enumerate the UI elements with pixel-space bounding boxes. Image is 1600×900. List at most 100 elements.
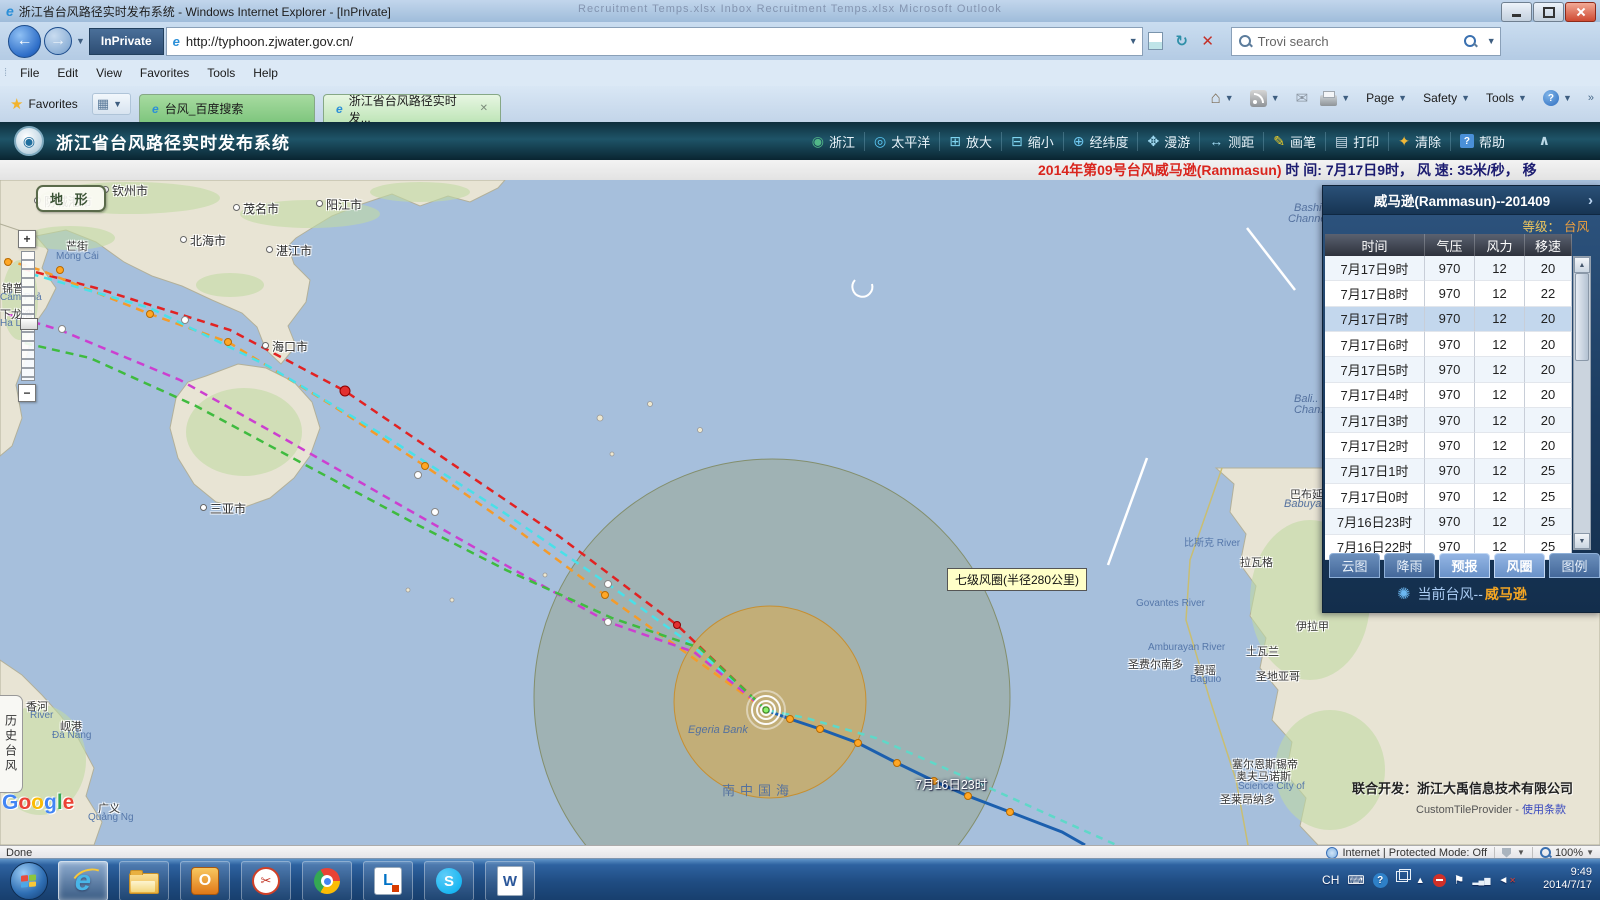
- url-field[interactable]: e http://typhoon.zjwater.gov.cn/ ▼: [166, 27, 1143, 56]
- url-text[interactable]: http://typhoon.zjwater.gov.cn/: [186, 34, 353, 49]
- taskbar-clock[interactable]: 9:49 2014/7/17: [1543, 866, 1592, 892]
- browser-tab-1[interactable]: e 台风_百度搜索: [139, 94, 315, 122]
- taskbar-app-snipping[interactable]: ✂: [241, 861, 291, 900]
- command-tools-button[interactable]: Tools▼: [1486, 91, 1531, 105]
- read-mail-button[interactable]: ✉: [1296, 89, 1309, 107]
- header-tool-measure[interactable]: ↔测距: [1199, 132, 1263, 151]
- volume-muted-icon[interactable]: ◄✕: [1498, 875, 1516, 886]
- history-typhoon-tab[interactable]: 历史台风: [0, 695, 23, 793]
- header-tool-pen[interactable]: ✎画笔: [1263, 132, 1325, 151]
- table-row[interactable]: 7月17日9时9701220: [1325, 256, 1572, 281]
- start-button[interactable]: [10, 862, 48, 900]
- taskbar-app-explorer[interactable]: [119, 861, 169, 900]
- search-box[interactable]: Trovi search ▼: [1231, 27, 1501, 56]
- table-row[interactable]: 7月17日0时9701225: [1325, 484, 1572, 509]
- header-tool-clear[interactable]: ✦清除: [1388, 132, 1450, 151]
- zoom-dropdown-icon[interactable]: ▼: [1586, 848, 1594, 857]
- help-button[interactable]: ?▼: [1543, 90, 1576, 106]
- header-tool-help[interactable]: ?帮助: [1450, 132, 1514, 151]
- menu-item-view[interactable]: View: [87, 62, 131, 84]
- taskbar-app-word[interactable]: W: [485, 861, 535, 900]
- map-zoom-slider-handle[interactable]: [20, 318, 38, 330]
- header-tool-zoomin[interactable]: ⊞放大: [939, 132, 1001, 151]
- table-row[interactable]: 7月17日4时9701220: [1325, 383, 1572, 408]
- taskbar-app-chrome[interactable]: [302, 861, 352, 900]
- tray-window-icon[interactable]: [1396, 871, 1408, 882]
- header-tool-print[interactable]: ▤打印: [1325, 132, 1388, 151]
- current-typhoon-name[interactable]: 威马逊: [1485, 584, 1527, 604]
- taskbar-app-lync[interactable]: L: [363, 861, 413, 900]
- network-icon[interactable]: ▂▄▆: [1472, 876, 1490, 885]
- table-row[interactable]: 7月17日6时9701220: [1325, 332, 1572, 357]
- panel-tab-风圈[interactable]: 风圈: [1494, 553, 1545, 578]
- maximize-button[interactable]: [1533, 2, 1564, 22]
- map-zoom-out-button[interactable]: −: [18, 384, 36, 402]
- menu-item-help[interactable]: Help: [244, 62, 287, 84]
- command-safety-button[interactable]: Safety▼: [1423, 91, 1474, 105]
- panel-tab-图例[interactable]: 图例: [1549, 553, 1600, 578]
- table-row[interactable]: 7月17日3时9701220: [1325, 408, 1572, 433]
- menu-item-file[interactable]: File: [11, 62, 48, 84]
- scrollbar-thumb[interactable]: [1575, 273, 1589, 361]
- header-tool-latlon[interactable]: ⊕经纬度: [1063, 132, 1138, 151]
- security-dropdown-icon[interactable]: ▼: [1517, 848, 1525, 857]
- header-tool-pan[interactable]: ✥漫游: [1137, 132, 1199, 151]
- refresh-button[interactable]: ↻: [1169, 28, 1195, 55]
- search-dropdown-icon[interactable]: ▼: [1487, 36, 1496, 46]
- toolbar-collapse-icon[interactable]: ∧: [1539, 132, 1550, 149]
- tray-help-icon[interactable]: ?: [1373, 873, 1388, 888]
- taskbar-app-ie[interactable]: e: [58, 861, 108, 900]
- panel-expand-icon[interactable]: ›: [1588, 192, 1593, 209]
- table-row[interactable]: 7月17日8时9701222: [1325, 281, 1572, 306]
- nav-history-dropdown-icon[interactable]: ▼: [76, 36, 85, 46]
- scroll-up-icon[interactable]: ▲: [1574, 257, 1590, 273]
- table-row[interactable]: 7月17日7时9701220: [1325, 307, 1572, 332]
- table-row[interactable]: 7月17日1时9701225: [1325, 459, 1572, 484]
- keyboard-icon[interactable]: ⌨: [1347, 873, 1364, 887]
- tab-label[interactable]: 台风_百度搜索: [165, 100, 244, 117]
- header-tool-zoomout[interactable]: ⊟缩小: [1001, 132, 1063, 151]
- search-input[interactable]: Trovi search: [1258, 34, 1329, 49]
- menu-item-tools[interactable]: Tools: [198, 62, 244, 84]
- map-zoom-in-button[interactable]: +: [18, 230, 36, 248]
- forward-button[interactable]: →: [44, 27, 72, 55]
- title-bar[interactable]: e 浙江省台风路径实时发布系统 - Windows Internet Explo…: [0, 0, 1600, 23]
- search-go-icon[interactable]: [1464, 35, 1476, 47]
- url-dropdown-icon[interactable]: ▼: [1129, 36, 1138, 46]
- favorites-button[interactable]: Favorites: [28, 97, 77, 111]
- taskbar-app-outlook[interactable]: O: [180, 861, 230, 900]
- panel-tab-预报[interactable]: 预报: [1439, 553, 1490, 578]
- action-center-flag-icon[interactable]: ⚑: [1454, 873, 1465, 887]
- menu-item-favorites[interactable]: Favorites: [131, 62, 198, 84]
- table-scrollbar[interactable]: ▲ ▼: [1573, 256, 1591, 550]
- map-type-terrain-button[interactable]: 地 形: [36, 185, 106, 212]
- home-button[interactable]: ⌂▼: [1210, 88, 1237, 108]
- zoom-level-text[interactable]: 100%: [1555, 847, 1583, 859]
- table-row[interactable]: 7月17日2时9701220: [1325, 433, 1572, 458]
- quick-tabs-button[interactable]: ▦▼: [92, 93, 131, 115]
- feeds-button[interactable]: ▼: [1250, 90, 1284, 107]
- menu-item-edit[interactable]: Edit: [48, 62, 87, 84]
- terms-link[interactable]: 使用条款: [1522, 804, 1566, 816]
- panel-tab-降雨[interactable]: 降雨: [1384, 553, 1435, 578]
- command-page-button[interactable]: Page▼: [1366, 91, 1411, 105]
- browser-tab-2-active[interactable]: e 浙江省台风路径实时发... ✕: [323, 94, 501, 122]
- stop-button[interactable]: ✕: [1195, 28, 1221, 55]
- minimize-button[interactable]: [1501, 2, 1532, 22]
- overflow-chevron-icon[interactable]: »: [1588, 92, 1594, 104]
- favorites-star-icon[interactable]: ★: [10, 95, 23, 113]
- tab-label[interactable]: 浙江省台风路径实时发...: [349, 92, 472, 126]
- print-button[interactable]: ▼: [1320, 91, 1354, 106]
- table-row[interactable]: 7月17日5时9701220: [1325, 357, 1572, 382]
- language-indicator[interactable]: CH: [1322, 873, 1339, 887]
- header-tool-zhejiang[interactable]: ◉浙江: [803, 132, 864, 151]
- close-button[interactable]: [1565, 2, 1596, 22]
- header-tool-pacific[interactable]: ◎太平洋: [864, 132, 939, 151]
- show-hidden-icons-icon[interactable]: ▲: [1416, 875, 1425, 885]
- panel-tab-云图[interactable]: 云图: [1329, 553, 1380, 578]
- taskbar-app-skype[interactable]: S: [424, 861, 474, 900]
- back-button[interactable]: ←: [8, 25, 41, 58]
- tab-close-icon[interactable]: ✕: [480, 103, 488, 114]
- table-row[interactable]: 7月16日23时9701225: [1325, 509, 1572, 534]
- map-zoom-slider[interactable]: [21, 251, 35, 381]
